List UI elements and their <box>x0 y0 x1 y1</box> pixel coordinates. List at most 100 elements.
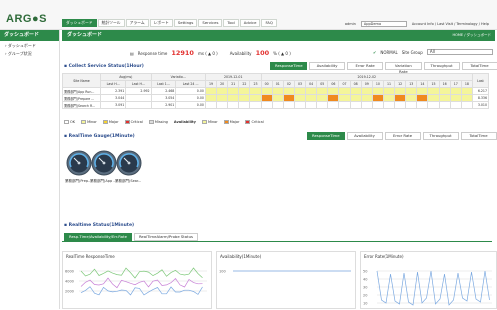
status-cell[interactable] <box>238 87 251 95</box>
table-row[interactable]: 業務部門(Prepare ... 3.044 3.054 0.00 8.336 <box>62 94 489 102</box>
status-cell[interactable] <box>305 87 318 95</box>
tab-variation-rate[interactable]: Variation Rate <box>385 62 422 74</box>
status-cell[interactable] <box>238 101 251 109</box>
site-name[interactable]: 業務部門(Prepare ... <box>62 94 101 102</box>
tab-responsetime[interactable]: ResponseTime <box>307 132 345 140</box>
tab-totaltime[interactable]: TotalTime <box>461 62 497 70</box>
status-cell[interactable] <box>371 87 384 95</box>
status-cell[interactable] <box>204 94 218 102</box>
status-cell[interactable] <box>394 87 407 95</box>
menu-item[interactable]: Advice <box>239 19 261 27</box>
status-cell[interactable] <box>227 94 240 102</box>
table-row[interactable]: 業務部門(Search R... 3.091 2.901 0.00 3.010 <box>62 101 489 109</box>
status-cell[interactable] <box>316 94 329 102</box>
status-cell[interactable] <box>360 87 373 95</box>
status-cell[interactable] <box>449 87 462 95</box>
status-cell[interactable] <box>305 94 318 102</box>
status-cell[interactable] <box>449 101 462 109</box>
status-cell[interactable] <box>382 94 396 102</box>
status-cell[interactable] <box>238 94 251 102</box>
tab-throughput[interactable]: Throughput <box>423 62 460 70</box>
status-cell[interactable] <box>249 87 262 95</box>
status-cell[interactable] <box>360 101 373 109</box>
status-cell[interactable] <box>227 101 240 109</box>
status-cell[interactable] <box>405 101 418 109</box>
gauge-dial[interactable] <box>91 150 117 176</box>
status-cell[interactable] <box>338 94 351 102</box>
status-cell[interactable] <box>349 94 362 102</box>
status-cell[interactable] <box>371 101 384 109</box>
sidebar-item-dashboard[interactable]: › ダッシュボード <box>0 41 59 49</box>
breadcrumb[interactable]: HOME / ダッシュボード <box>452 30 491 41</box>
status-cell[interactable] <box>416 87 429 95</box>
status-cell[interactable] <box>405 94 418 102</box>
status-cell[interactable] <box>427 87 440 95</box>
tab-resp-time-availability-err-rate[interactable]: Resp.Time/Availability/Err.Rate <box>64 233 132 241</box>
status-cell[interactable] <box>438 94 451 102</box>
status-cell[interactable] <box>460 101 474 109</box>
status-cell[interactable] <box>271 87 284 95</box>
tab-error-rate[interactable]: Error Rate <box>384 132 421 140</box>
status-cell[interactable] <box>216 87 229 95</box>
tab-totaltime[interactable]: TotalTime <box>460 132 497 140</box>
status-cell[interactable] <box>282 94 295 102</box>
status-cell[interactable] <box>260 101 273 109</box>
table-row[interactable]: 業務部門(App Run... 2.391 2.992 2.468 0.00 6.217 <box>62 87 489 95</box>
status-cell[interactable] <box>271 101 284 109</box>
menu-item[interactable]: ダッシュボード <box>62 19 97 27</box>
tab-realtimealarm-probe-status[interactable]: RealTimeAlarm/Probe Status <box>133 233 198 241</box>
tab-throughput[interactable]: Throughput <box>422 132 459 140</box>
tab-responsetime[interactable]: ResponseTime <box>270 62 308 70</box>
menu-item[interactable]: FAQ <box>261 19 277 27</box>
status-cell[interactable] <box>460 94 474 102</box>
status-cell[interactable] <box>338 87 351 95</box>
status-cell[interactable] <box>316 101 329 109</box>
status-cell[interactable] <box>216 94 229 102</box>
status-cell[interactable] <box>293 94 307 102</box>
status-cell[interactable] <box>438 101 451 109</box>
status-cell[interactable] <box>416 101 429 109</box>
status-cell[interactable] <box>293 87 307 95</box>
status-cell[interactable] <box>204 101 218 109</box>
status-cell[interactable] <box>260 94 273 102</box>
gauge-dial[interactable] <box>116 150 142 176</box>
status-cell[interactable] <box>260 87 273 95</box>
menu-item[interactable]: レポート <box>149 19 173 27</box>
status-cell[interactable] <box>394 101 407 109</box>
site-group-select[interactable]: All <box>426 49 493 55</box>
status-cell[interactable] <box>271 94 284 102</box>
status-cell[interactable] <box>327 87 340 95</box>
menu-item[interactable]: アラーム <box>125 19 149 27</box>
menu-item[interactable]: Services <box>198 19 223 27</box>
status-cell[interactable] <box>449 94 462 102</box>
status-cell[interactable] <box>282 101 295 109</box>
status-cell[interactable] <box>460 87 474 95</box>
status-cell[interactable] <box>249 101 262 109</box>
status-cell[interactable] <box>204 87 218 95</box>
status-cell[interactable] <box>438 87 451 95</box>
user-select[interactable]: AppDemo <box>360 21 407 27</box>
status-cell[interactable] <box>327 94 340 102</box>
status-cell[interactable] <box>327 101 340 109</box>
status-cell[interactable] <box>427 94 440 102</box>
sidebar-item-group[interactable]: › グループ状況 <box>0 49 59 57</box>
status-cell[interactable] <box>349 101 362 109</box>
status-cell[interactable] <box>216 101 229 109</box>
status-cell[interactable] <box>405 87 418 95</box>
status-cell[interactable] <box>394 94 407 102</box>
status-cell[interactable] <box>382 101 396 109</box>
status-cell[interactable] <box>227 87 240 95</box>
status-cell[interactable] <box>360 94 373 102</box>
tab-error-rate[interactable]: Error Rate <box>347 62 384 70</box>
status-cell[interactable] <box>316 87 329 95</box>
status-cell[interactable] <box>382 87 396 95</box>
status-cell[interactable] <box>293 101 307 109</box>
menu-item[interactable]: Settings <box>173 19 198 27</box>
user-name[interactable]: admin <box>345 22 356 26</box>
status-cell[interactable] <box>249 94 262 102</box>
user-links[interactable]: Account Info / Last Visit / Terminology … <box>412 22 489 26</box>
status-cell[interactable] <box>349 87 362 95</box>
tab-availability[interactable]: Availability <box>309 62 346 70</box>
site-name[interactable]: 業務部門(Search R... <box>62 101 101 109</box>
site-name[interactable]: 業務部門(App Run... <box>62 87 101 95</box>
